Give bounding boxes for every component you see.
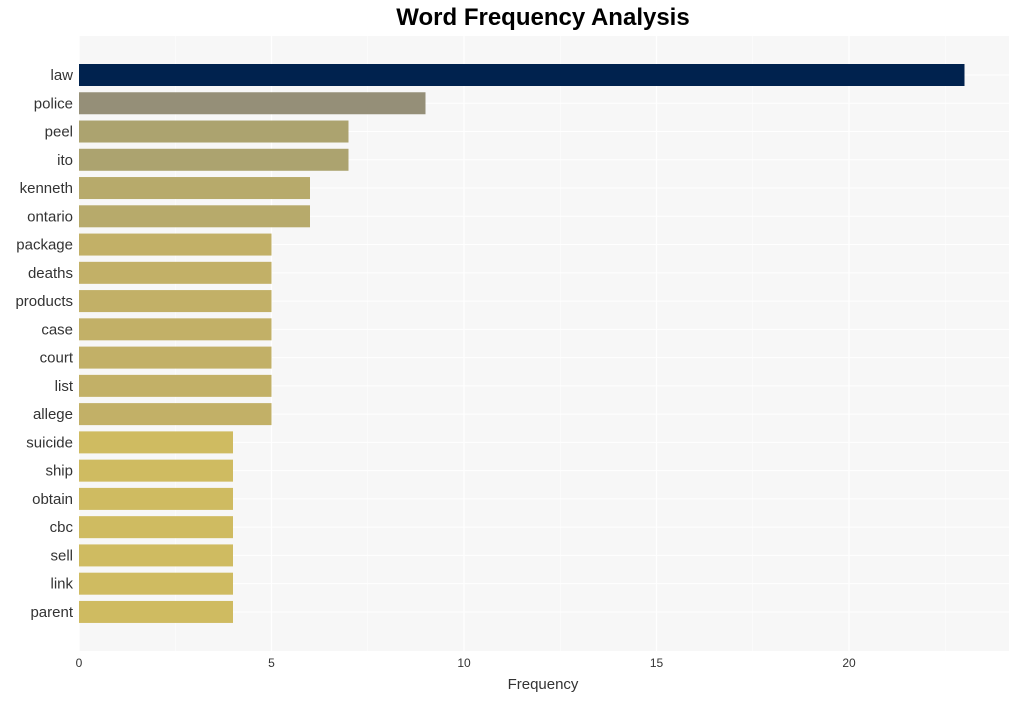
bar-sell <box>79 544 233 567</box>
bar-law <box>79 64 965 86</box>
y-tick-label: suicide <box>26 434 73 451</box>
bar-ship <box>79 459 233 482</box>
x-tick-labels: 0 5 10 15 20 <box>76 656 856 670</box>
bar-court <box>79 346 272 369</box>
bar-list <box>79 374 272 397</box>
y-tick-label: kenneth <box>20 180 73 197</box>
y-tick-labels: law police peel ito kenneth ontario package dea… <box>15 67 73 621</box>
y-tick-label: ship <box>45 463 73 480</box>
y-tick-label: law <box>50 67 73 84</box>
x-tick-label: 5 <box>268 656 275 670</box>
y-tick-label: case <box>41 321 73 338</box>
y-tick-label: peel <box>45 124 73 141</box>
x-axis-label: Frequency <box>508 676 579 693</box>
x-tick-label: 10 <box>457 656 471 670</box>
bar-deaths <box>79 261 272 284</box>
bar-kenneth <box>79 177 310 200</box>
y-tick-label: link <box>50 576 73 593</box>
y-tick-label: court <box>40 350 74 367</box>
x-tick-label: 0 <box>76 656 83 670</box>
bar-parent <box>79 600 233 623</box>
y-tick-label: ito <box>57 152 73 169</box>
bar-suicide <box>79 431 233 454</box>
y-tick-label: deaths <box>28 265 73 282</box>
bar-link <box>79 572 233 595</box>
bar-peel <box>79 120 349 143</box>
y-tick-label: cbc <box>50 519 74 536</box>
x-tick-label: 15 <box>650 656 664 670</box>
bar-obtain <box>79 487 233 510</box>
y-tick-label: sell <box>50 547 73 564</box>
y-tick-label: products <box>15 293 73 310</box>
y-tick-label: allege <box>33 406 73 423</box>
y-tick-label: ontario <box>27 208 73 225</box>
bar-products <box>79 290 272 313</box>
y-tick-label: parent <box>30 604 73 621</box>
y-tick-label: police <box>34 95 73 112</box>
y-tick-label: package <box>16 237 73 254</box>
y-tick-label: obtain <box>32 491 73 508</box>
bar-cbc <box>79 516 233 539</box>
y-tick-label: list <box>55 378 74 395</box>
bar-case <box>79 318 272 341</box>
x-tick-label: 20 <box>842 656 856 670</box>
bar-police <box>79 92 426 115</box>
bar-chart: law police peel ito kenneth ontario package dea… <box>15 36 1009 693</box>
bar-ontario <box>79 205 310 228</box>
bar-allege <box>79 403 272 426</box>
bar-package <box>79 233 272 256</box>
bar-ito <box>79 148 349 171</box>
